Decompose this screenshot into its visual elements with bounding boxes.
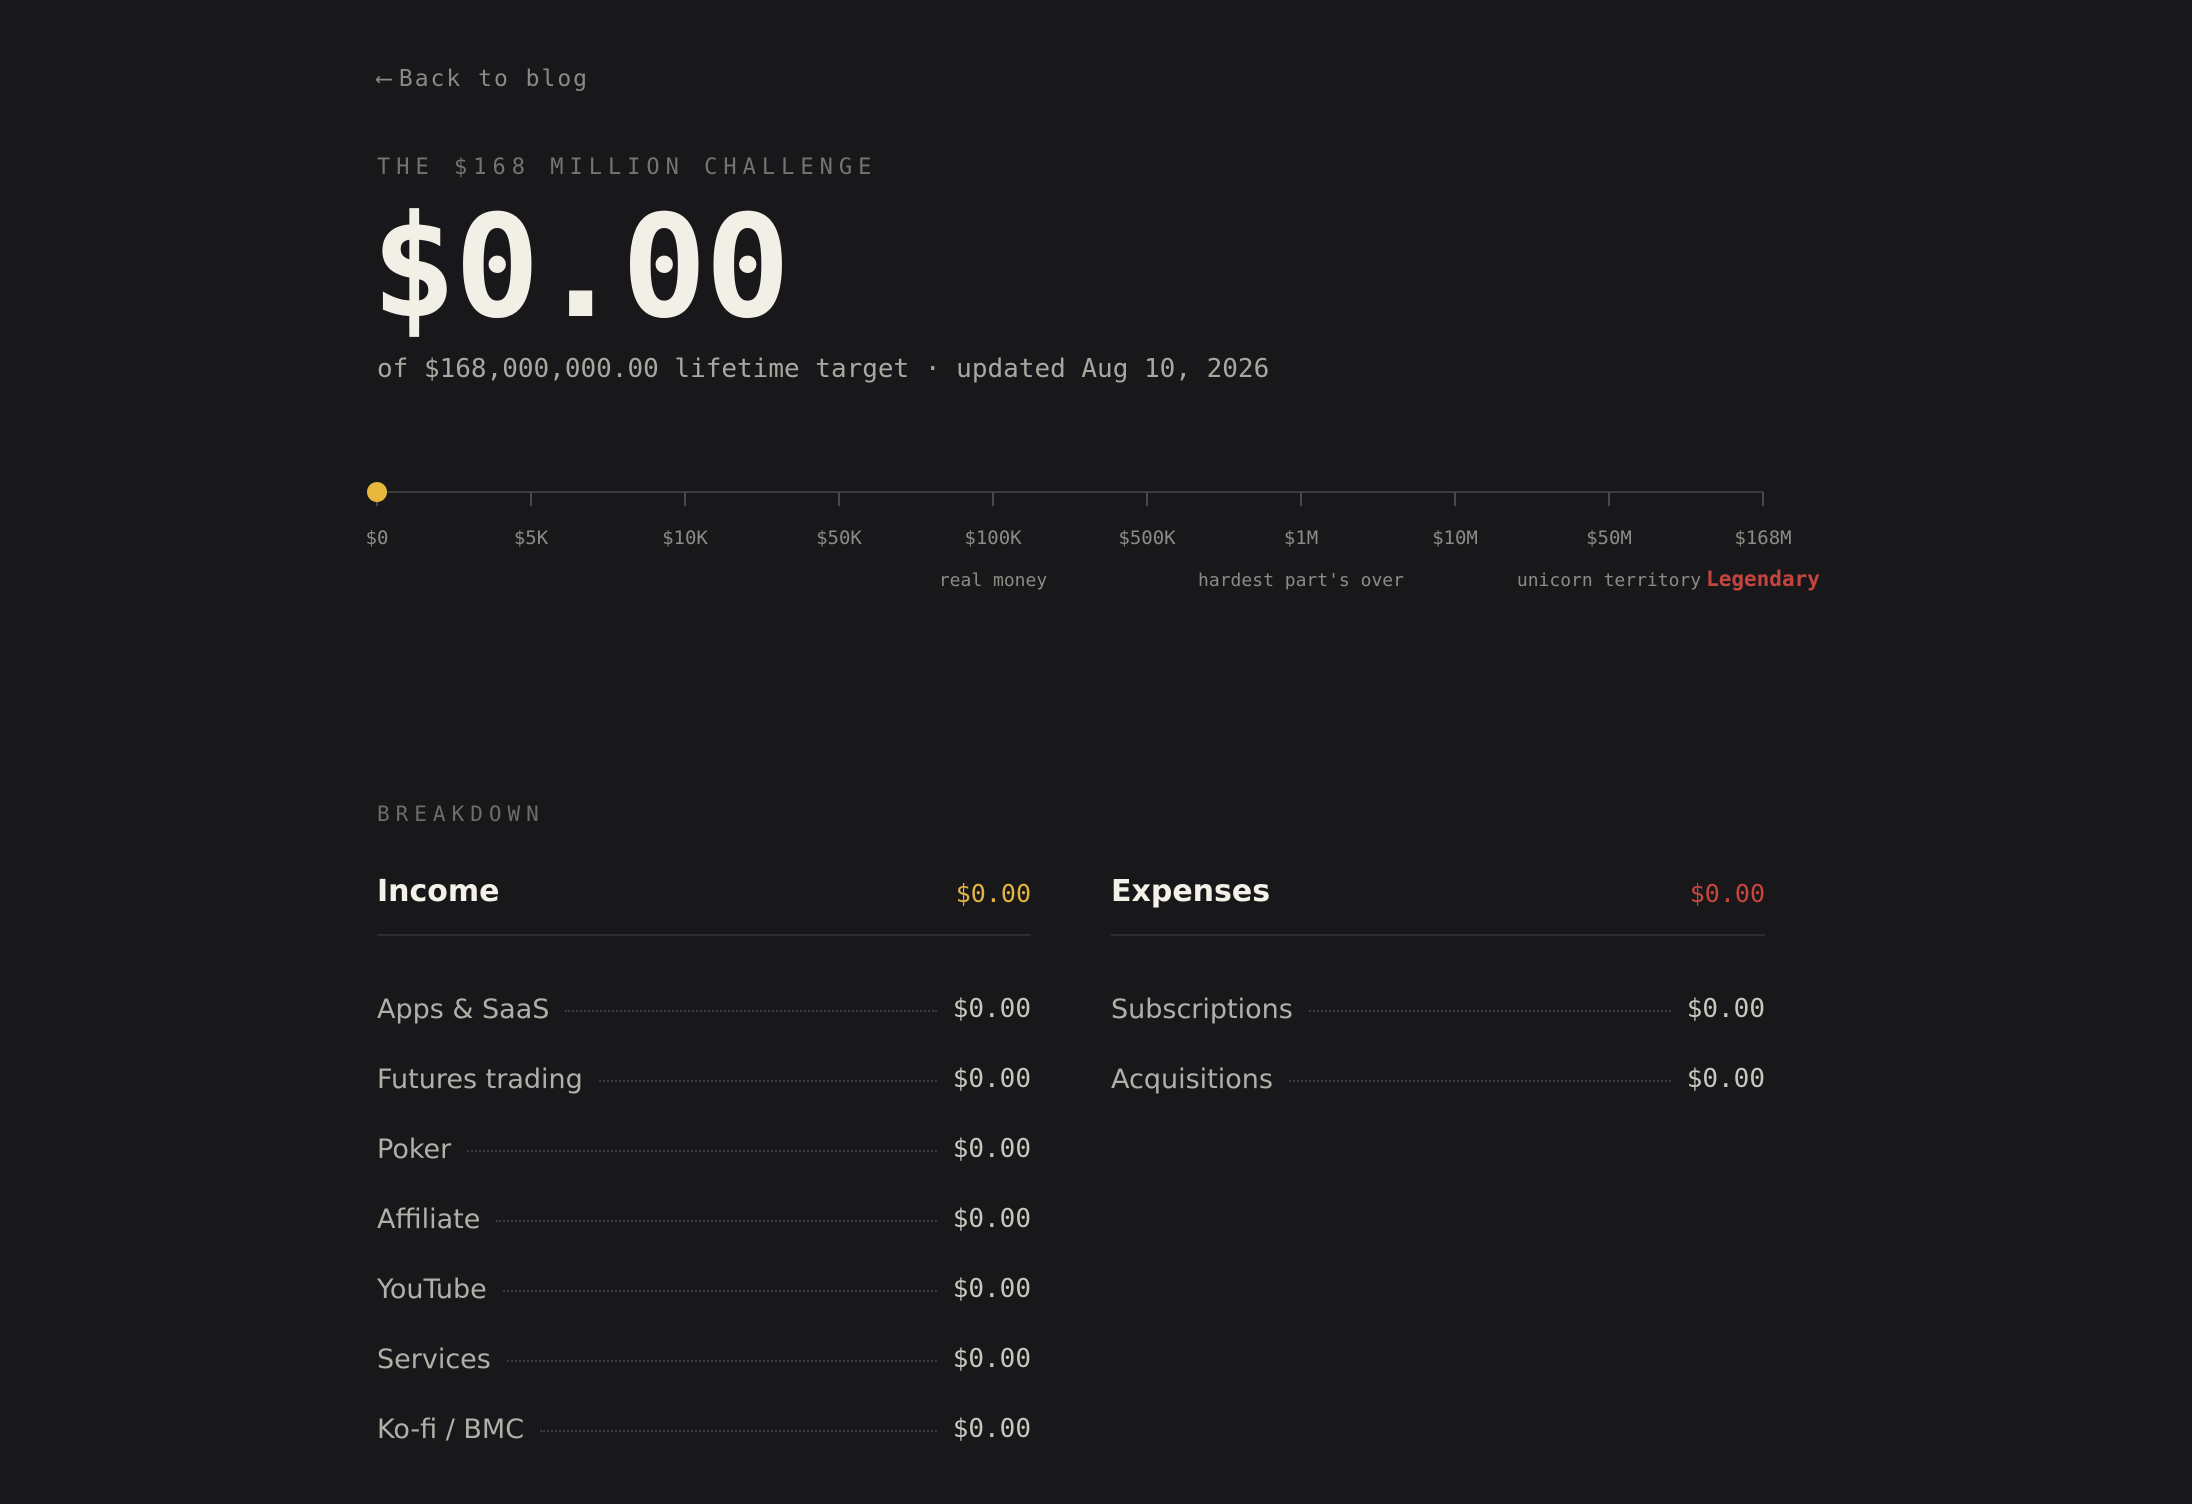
dotted-leader: [496, 1220, 937, 1222]
list-item[interactable]: Futures trading $0.00: [377, 1044, 1031, 1114]
milestone-note: unicorn territory: [1517, 570, 1701, 591]
expenses-header: Expenses $0.00: [1111, 870, 1765, 936]
milestone-label: $1M: [1284, 527, 1318, 549]
dotted-leader: [1308, 1010, 1671, 1012]
milestone-label: $50M: [1586, 527, 1632, 549]
legendary-note: Legendary: [1706, 567, 1820, 591]
expenses-column: Expenses $0.00 Subscriptions $0.00 Acquisi…: [1111, 870, 1765, 1114]
challenge-eyebrow: THE $168 MILLION CHALLENGE: [377, 155, 878, 180]
list-item[interactable]: Affiliate $0.00: [377, 1184, 1031, 1254]
target-subline: of $168,000,000.00 lifetime target · upd…: [377, 354, 1270, 384]
item-value: $0.00: [952, 1414, 1031, 1444]
dotted-leader: [598, 1080, 937, 1082]
dotted-leader: [1288, 1080, 1671, 1082]
breakdown-label: BREAKDOWN: [377, 802, 545, 826]
milestone-label: $10M: [1432, 527, 1478, 549]
item-label: Apps & SaaS: [377, 993, 550, 1025]
item-value: $0.00: [952, 1134, 1031, 1164]
item-label: Ko-fi / BMC: [377, 1413, 525, 1445]
income-header: Income $0.00: [377, 870, 1031, 936]
item-value: $0.00: [1686, 1064, 1765, 1094]
item-label: Acquisitions: [1111, 1063, 1273, 1095]
milestone-label: $0: [366, 527, 389, 549]
milestone-label: $5K: [514, 527, 549, 549]
item-label: Services: [377, 1343, 491, 1375]
income-list: Apps & SaaS $0.00 Futures trading $0.00 Poke…: [377, 974, 1031, 1464]
list-item[interactable]: Ko-fi / BMC $0.00: [377, 1394, 1031, 1464]
item-label: Affiliate: [377, 1203, 481, 1235]
milestone-note: hardest part's over: [1198, 570, 1404, 591]
current-amount: $0.00: [371, 185, 790, 350]
income-total: $0.00: [955, 879, 1031, 908]
back-to-blog-link[interactable]: ⟵ Back to blog: [377, 66, 589, 92]
item-value: $0.00: [952, 1344, 1031, 1374]
milestone-label: $168M: [1734, 527, 1791, 549]
list-item[interactable]: Subscriptions $0.00: [1111, 974, 1765, 1044]
milestone-label: $50K: [816, 527, 862, 549]
item-label: YouTube: [377, 1273, 487, 1305]
milestone-label: $10K: [662, 527, 708, 549]
income-title: Income: [377, 874, 500, 909]
milestone-track: $0 $5K $10K $50K $100K real money $500K $1M hard…: [357, 460, 1820, 620]
dotted-leader: [540, 1430, 937, 1432]
item-label: Futures trading: [377, 1063, 583, 1095]
item-label: Poker: [377, 1133, 452, 1165]
expenses-title: Expenses: [1111, 874, 1271, 909]
milestone-track-svg: $0 $5K $10K $50K $100K real money $500K $1M hard…: [366, 482, 1820, 591]
item-value: $0.00: [952, 1064, 1031, 1094]
milestone-label: $500K: [1118, 527, 1176, 549]
back-link-label: Back to blog: [398, 66, 590, 92]
list-item[interactable]: Services $0.00: [377, 1324, 1031, 1394]
arrow-left-icon: ⟵: [377, 66, 393, 92]
item-value: $0.00: [1686, 994, 1765, 1024]
item-label: Subscriptions: [1111, 993, 1293, 1025]
dotted-leader: [502, 1290, 937, 1292]
income-column: Income $0.00 Apps & SaaS $0.00 Futures tra…: [377, 870, 1031, 1464]
item-value: $0.00: [952, 1274, 1031, 1304]
dotted-leader: [565, 1010, 937, 1012]
list-item[interactable]: Apps & SaaS $0.00: [377, 974, 1031, 1044]
dotted-leader: [467, 1150, 937, 1152]
list-item[interactable]: Poker $0.00: [377, 1114, 1031, 1184]
progress-marker: [367, 482, 387, 502]
milestone-label: $100K: [964, 527, 1022, 549]
item-value: $0.00: [952, 994, 1031, 1024]
expenses-list: Subscriptions $0.00 Acquisitions $0.00: [1111, 974, 1765, 1114]
item-value: $0.00: [952, 1204, 1031, 1234]
expenses-total: $0.00: [1689, 879, 1765, 908]
dotted-leader: [506, 1360, 937, 1362]
list-item[interactable]: Acquisitions $0.00: [1111, 1044, 1765, 1114]
milestone-note: real money: [939, 570, 1048, 591]
list-item[interactable]: YouTube $0.00: [377, 1254, 1031, 1324]
